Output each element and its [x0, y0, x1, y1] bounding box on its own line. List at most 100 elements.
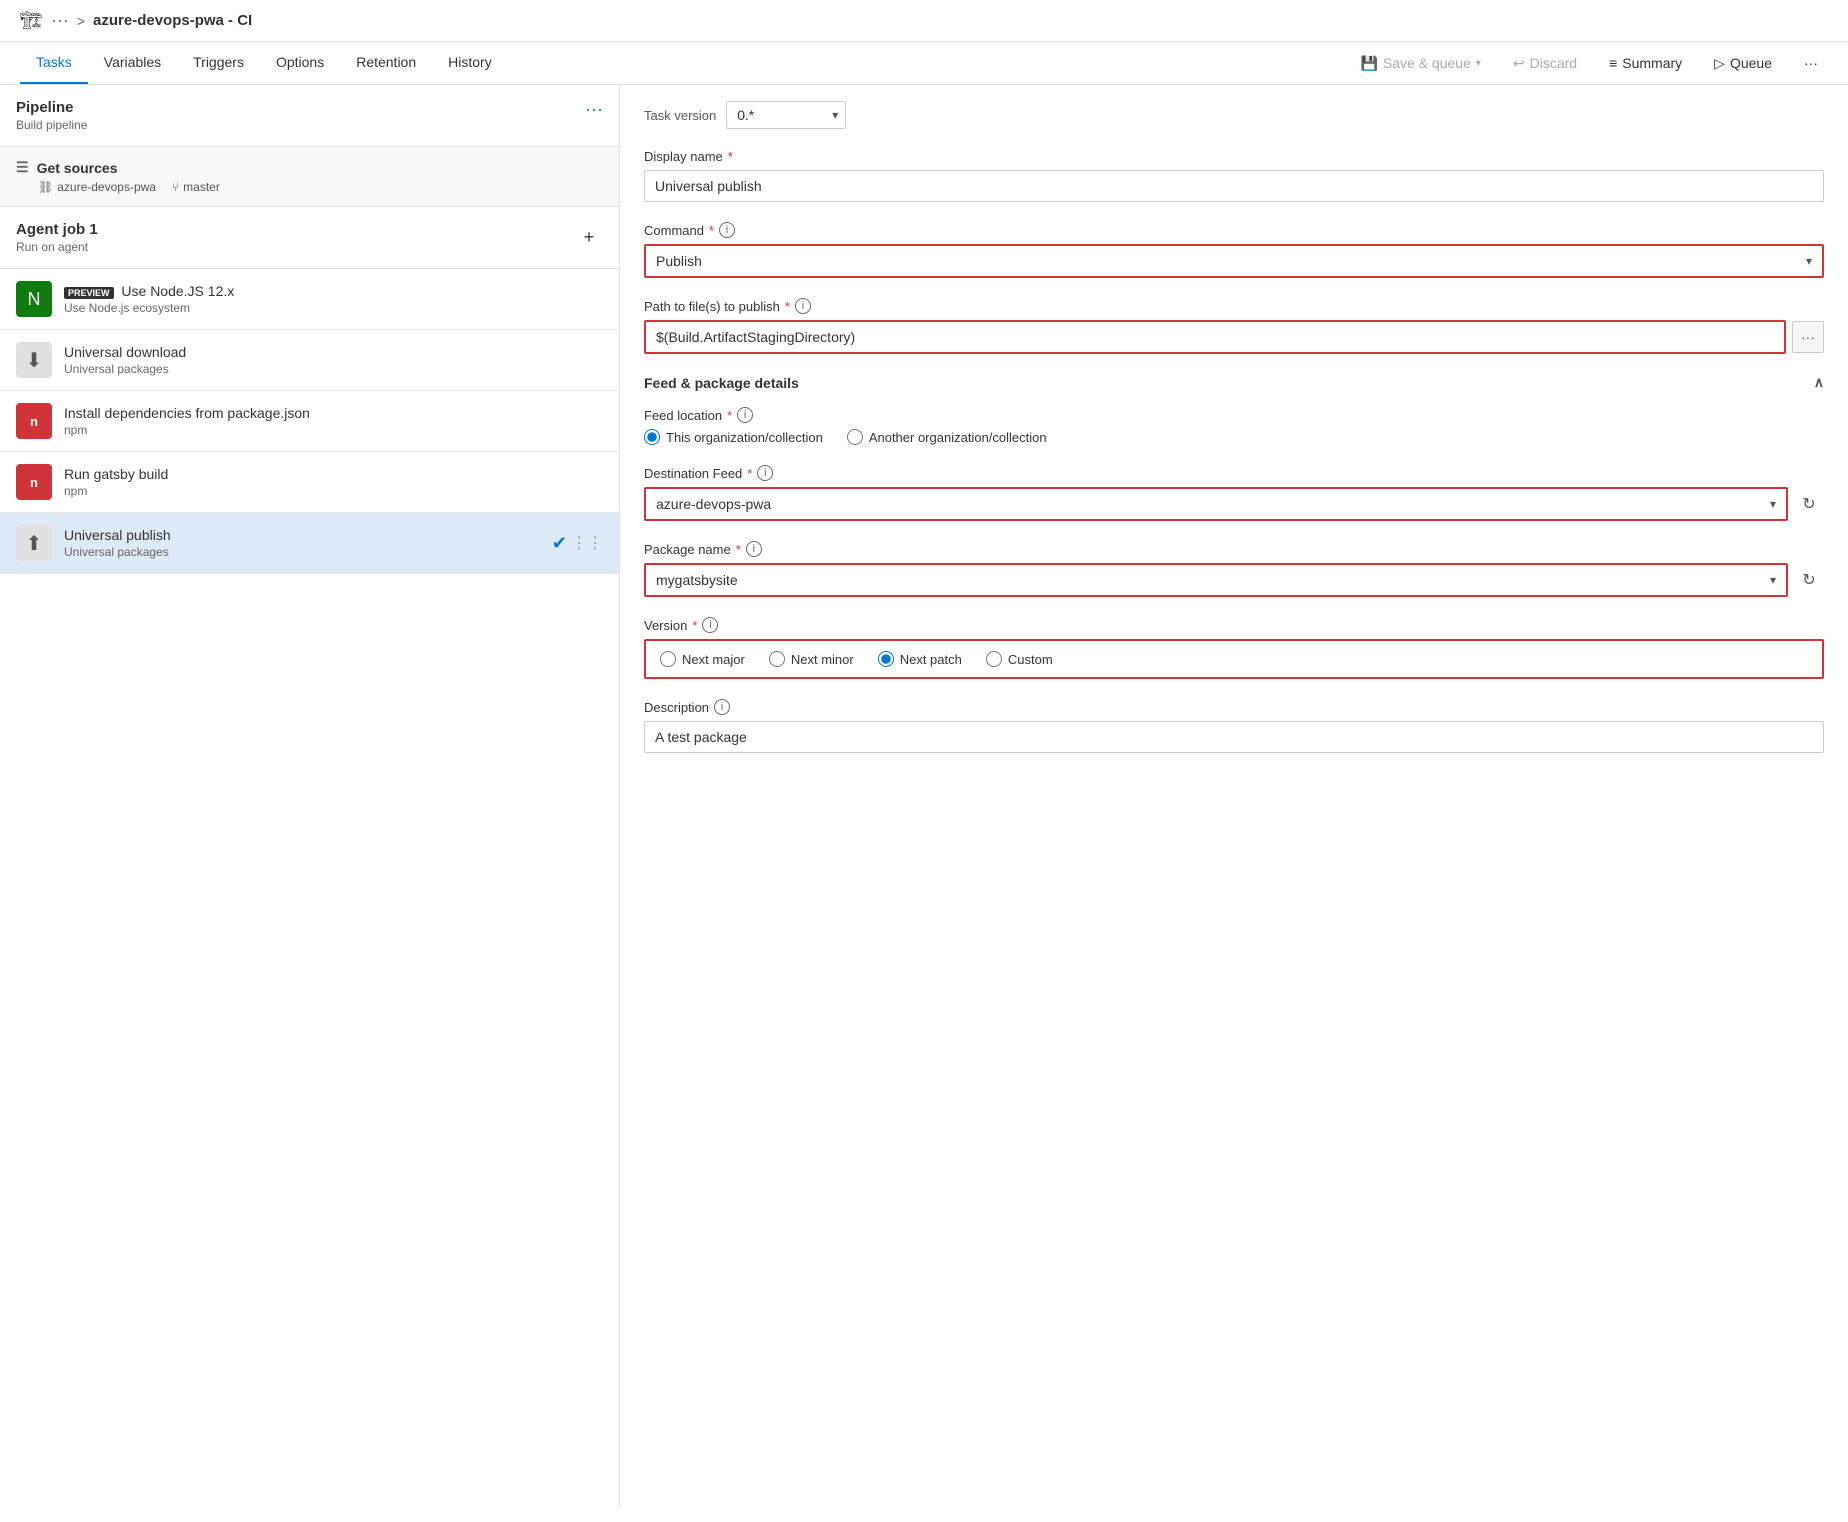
description-info-icon[interactable]: i	[714, 699, 730, 715]
feed-location-required-marker: *	[727, 408, 732, 423]
discard-label: Discard	[1530, 55, 1577, 71]
path-info-icon[interactable]: i	[795, 298, 811, 314]
path-input[interactable]	[644, 320, 1786, 354]
publish-info: Universal publish Universal packages	[64, 527, 540, 559]
version-label: Version * i	[644, 617, 1824, 633]
gatsby-build-icon: n	[16, 464, 52, 500]
download-task-sub: Universal packages	[64, 362, 603, 376]
install-task-name: Install dependencies from package.json	[64, 405, 603, 421]
publish-icon: ⬆	[16, 525, 52, 561]
command-select[interactable]: Publish Download	[646, 246, 1822, 276]
gatsby-info: Run gatsby build npm	[64, 466, 603, 498]
destination-feed-row: azure-devops-pwa ▾ ↻	[644, 487, 1824, 521]
install-task-sub: npm	[64, 423, 603, 437]
queue-button[interactable]: ▷ Queue	[1704, 49, 1782, 78]
save-queue-button[interactable]: 💾 Save & queue ▾	[1350, 49, 1490, 78]
npm-install-icon: n	[16, 403, 52, 439]
tab-history[interactable]: History	[432, 42, 508, 84]
pipeline-more-button[interactable]: ···	[585, 99, 603, 120]
summary-button[interactable]: ≡ Summary	[1599, 49, 1692, 77]
home-icon: 🏗	[20, 10, 43, 31]
feed-location-this-org[interactable]: This organization/collection	[644, 429, 823, 445]
destination-feed-label: Destination Feed * i	[644, 465, 1824, 481]
version-next-minor[interactable]: Next minor	[769, 651, 854, 667]
get-sources-title: Get sources	[37, 160, 118, 176]
version-required-marker: *	[692, 618, 697, 633]
path-browse-button[interactable]: ···	[1792, 321, 1824, 353]
this-org-radio[interactable]	[644, 429, 660, 445]
package-name-label: Package name * i	[644, 541, 1824, 557]
task-item-universal-download[interactable]: ⬇ Universal download Universal packages	[0, 330, 619, 391]
description-label: Description i	[644, 699, 1824, 715]
get-sources-section: ☰ Get sources ⛓ azure-devops-pwa ⑂ maste…	[0, 147, 619, 207]
summary-label: Summary	[1622, 55, 1682, 71]
path-required-marker: *	[785, 299, 790, 314]
download-task-name: Universal download	[64, 344, 603, 360]
feed-section-header: Feed & package details ∧	[644, 374, 1824, 391]
discard-button[interactable]: ↩ Discard	[1503, 49, 1587, 78]
feed-location-radio-group: This organization/collection Another org…	[644, 429, 1824, 445]
version-info-icon[interactable]: i	[702, 617, 718, 633]
package-name-select[interactable]: mygatsbysite	[646, 565, 1786, 595]
queue-label: Queue	[1730, 55, 1772, 71]
branch-meta: ⑂ master	[172, 180, 220, 194]
custom-radio[interactable]	[986, 651, 1002, 667]
more-button[interactable]: ···	[1794, 49, 1828, 77]
gatsby-task-name: Run gatsby build	[64, 466, 603, 482]
task-actions: ✔ ⋮⋮	[552, 533, 603, 554]
package-name-select-wrapper: mygatsbysite ▾	[644, 563, 1788, 597]
another-org-radio[interactable]	[847, 429, 863, 445]
tab-bar-left: Tasks Variables Triggers Options Retenti…	[20, 42, 1325, 84]
package-name-group: Package name * i mygatsbysite ▾ ↻	[644, 541, 1824, 597]
left-panel: Pipeline Build pipeline ··· ☰ Get source…	[0, 85, 620, 1507]
tab-retention[interactable]: Retention	[340, 42, 432, 84]
package-name-refresh-button[interactable]: ↻	[1794, 565, 1824, 595]
version-next-patch[interactable]: Next patch	[878, 651, 962, 667]
branch-name: master	[183, 180, 220, 194]
task-item-gatsby-build[interactable]: n Run gatsby build npm	[0, 452, 619, 513]
command-required-marker: *	[709, 223, 714, 238]
version-next-major[interactable]: Next major	[660, 651, 745, 667]
pipeline-info: Pipeline Build pipeline	[16, 99, 87, 132]
agent-job-info: Agent job 1 Run on agent	[16, 221, 98, 254]
path-group: Path to file(s) to publish * i ···	[644, 298, 1824, 354]
queue-icon: ▷	[1714, 55, 1725, 72]
destination-feed-group: Destination Feed * i azure-devops-pwa ▾ …	[644, 465, 1824, 521]
dest-feed-info-icon[interactable]: i	[757, 465, 773, 481]
tab-variables[interactable]: Variables	[88, 42, 177, 84]
tab-tasks[interactable]: Tasks	[20, 42, 88, 84]
agent-job-title: Agent job 1	[16, 221, 98, 238]
tab-options[interactable]: Options	[260, 42, 340, 84]
pkg-name-info-icon[interactable]: i	[746, 541, 762, 557]
next-patch-radio[interactable]	[878, 651, 894, 667]
summary-icon: ≡	[1609, 55, 1617, 71]
pipeline-section: Pipeline Build pipeline ···	[0, 85, 619, 147]
nodejs-info: PREVIEW Use Node.JS 12.x Use Node.js eco…	[64, 283, 603, 315]
tab-triggers[interactable]: Triggers	[177, 42, 260, 84]
feed-location-info-icon[interactable]: i	[737, 407, 753, 423]
breadcrumb-dots[interactable]: ···	[51, 10, 69, 31]
feed-location-another-org[interactable]: Another organization/collection	[847, 429, 1047, 445]
next-patch-label: Next patch	[900, 652, 962, 667]
task-item-install-deps[interactable]: n Install dependencies from package.json…	[0, 391, 619, 452]
display-name-input[interactable]	[644, 170, 1824, 202]
next-major-radio[interactable]	[660, 651, 676, 667]
next-minor-label: Next minor	[791, 652, 854, 667]
command-info-icon[interactable]: i	[719, 222, 735, 238]
collapse-icon[interactable]: ∧	[1814, 374, 1824, 391]
publish-task-sub: Universal packages	[64, 545, 540, 559]
task-version-select[interactable]: 0.* 1.*	[726, 101, 846, 129]
destination-feed-refresh-button[interactable]: ↻	[1794, 489, 1824, 519]
task-version-row: Task version 0.* 1.* ▾	[644, 101, 1824, 129]
display-name-label: Display name *	[644, 149, 1824, 164]
version-custom[interactable]: Custom	[986, 651, 1053, 667]
gatsby-task-sub: npm	[64, 484, 603, 498]
discard-icon: ↩	[1513, 55, 1525, 72]
task-item-nodejs[interactable]: N PREVIEW Use Node.JS 12.x Use Node.js e…	[0, 269, 619, 330]
destination-feed-select[interactable]: azure-devops-pwa	[646, 489, 1786, 519]
next-minor-radio[interactable]	[769, 651, 785, 667]
task-item-universal-publish[interactable]: ⬆ Universal publish Universal packages ✔…	[0, 513, 619, 574]
branch-icon: ⑂	[172, 180, 179, 194]
add-task-button[interactable]: +	[575, 224, 603, 252]
description-input[interactable]	[644, 721, 1824, 753]
